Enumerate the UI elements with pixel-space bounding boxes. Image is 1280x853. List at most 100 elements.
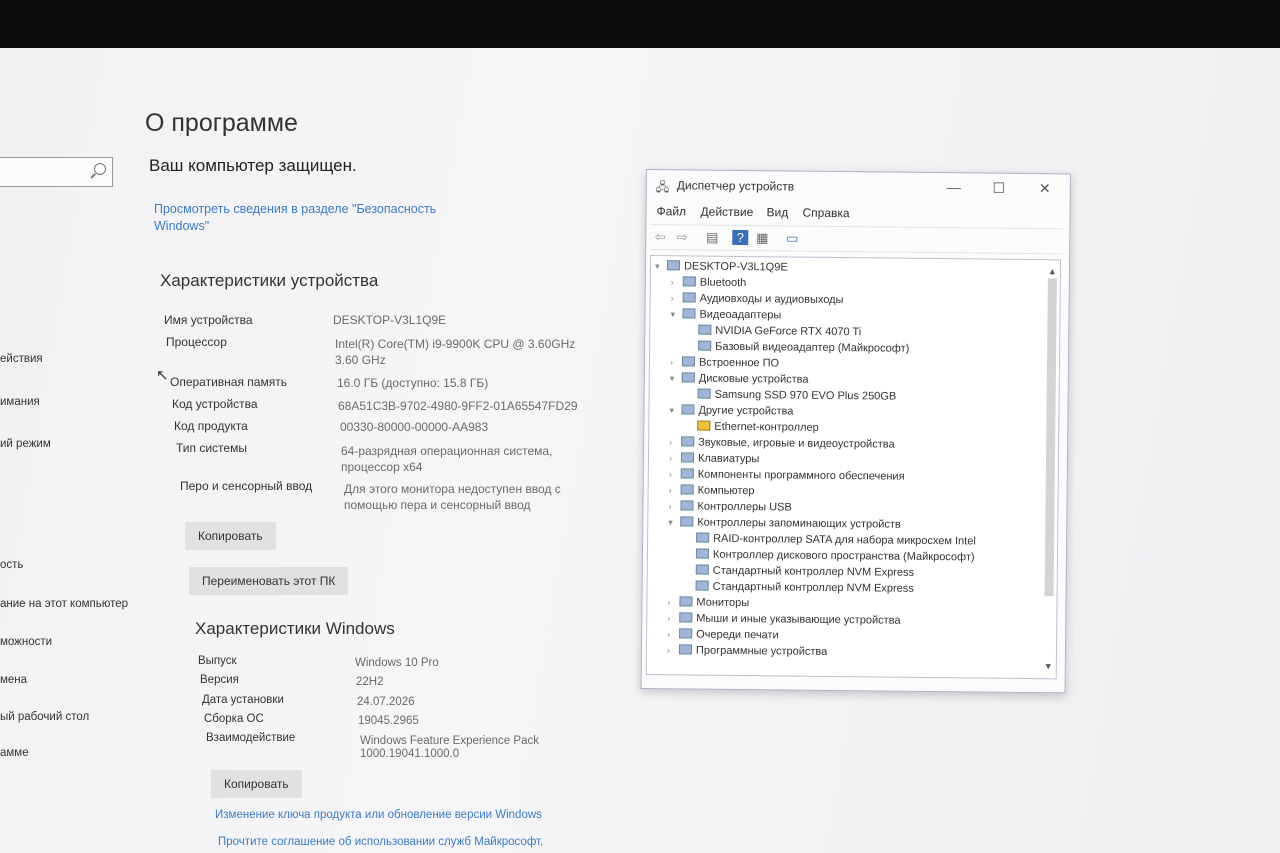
tree-scrollbar[interactable]: ▲ ▼ bbox=[1042, 266, 1058, 671]
tree-item-label: Контроллеры запоминающих устройств bbox=[697, 516, 901, 531]
change-product-key-link[interactable]: Изменение ключа продукта или обновление … bbox=[215, 809, 542, 821]
menu-help[interactable]: Справка bbox=[802, 206, 849, 220]
scrollbar-thumb[interactable] bbox=[1044, 278, 1057, 597]
sidebar-item[interactable]: ействия bbox=[0, 353, 43, 365]
scroll-down-icon[interactable]: ▼ bbox=[1044, 661, 1053, 671]
spec-value: 64-разрядная операционная система, проце… bbox=[341, 444, 553, 474]
tree-device[interactable]: Ethernet-контроллер bbox=[685, 419, 819, 435]
expanded-chevron-icon[interactable]: ▾ bbox=[668, 515, 680, 530]
close-button[interactable]: ✕ bbox=[1035, 180, 1055, 197]
collapsed-chevron-icon[interactable]: › bbox=[671, 275, 683, 290]
tree-root[interactable]: ▾ DESKTOP-V3L1Q9E bbox=[655, 259, 788, 275]
collapsed-chevron-icon[interactable]: › bbox=[667, 643, 679, 658]
tree-category[interactable]: › Компьютер bbox=[669, 483, 755, 499]
expanded-chevron-icon[interactable]: ▾ bbox=[655, 259, 667, 274]
tree-category[interactable]: › Встроенное ПО bbox=[670, 355, 779, 371]
device-manager-window[interactable]: 🖧 Диспетчер устройств — ☐ ✕ Файл Действи… bbox=[640, 169, 1071, 694]
tree-device[interactable]: Стандартный контроллер NVM Express bbox=[684, 563, 914, 580]
device-icon bbox=[681, 372, 695, 383]
sidebar-item[interactable]: ость bbox=[0, 559, 23, 571]
collapsed-chevron-icon[interactable]: › bbox=[669, 467, 681, 482]
tree-category[interactable]: › Программные устройства bbox=[667, 643, 827, 660]
tree-category[interactable]: › Мониторы bbox=[667, 595, 749, 611]
device-icon bbox=[666, 260, 681, 271]
device-icon bbox=[679, 596, 693, 607]
sidebar-item[interactable]: ий режим bbox=[0, 438, 51, 450]
settings-search-input[interactable] bbox=[0, 157, 113, 187]
menu-action[interactable]: Действие bbox=[700, 205, 753, 220]
tree-item-label: Мыши и иные указывающие устройства bbox=[696, 612, 901, 627]
collapsed-chevron-icon[interactable]: › bbox=[671, 291, 683, 306]
sidebar-item[interactable]: ание на этот компьютер bbox=[0, 598, 128, 610]
tree-category[interactable]: ▾ Другие устройства bbox=[669, 403, 793, 419]
scroll-up-icon[interactable]: ▲ bbox=[1048, 266, 1057, 276]
back-icon[interactable]: ⇦ bbox=[652, 229, 668, 244]
tree-category[interactable]: › Мыши и иные указывающие устройства bbox=[667, 611, 901, 628]
spec-label: Выпуск bbox=[198, 655, 237, 667]
spec-value: 00330-80000-00000-AA983 bbox=[340, 420, 489, 434]
tree-item-label: Bluetooth bbox=[699, 276, 747, 290]
device-icon bbox=[679, 628, 693, 639]
security-link[interactable]: Просмотреть сведения в разделе "Безопасн… bbox=[154, 201, 436, 235]
sidebar-item[interactable]: амме bbox=[0, 747, 29, 759]
collapsed-chevron-icon[interactable]: › bbox=[668, 499, 680, 514]
spec-label: Оперативная память bbox=[170, 375, 287, 389]
tree-item-label: DESKTOP-V3L1Q9E bbox=[683, 260, 788, 274]
tree-device[interactable]: Стандартный контроллер NVM Express bbox=[684, 579, 914, 596]
sidebar-item[interactable]: ый рабочий стол bbox=[0, 711, 89, 723]
tree-category[interactable]: ▾ Видеоадаптеры bbox=[670, 307, 781, 323]
scan-hardware-icon[interactable]: ▭ bbox=[784, 230, 800, 245]
view-icon[interactable]: ▦ bbox=[754, 230, 770, 245]
maximize-button[interactable]: ☐ bbox=[989, 180, 1009, 197]
tree-category[interactable]: › Bluetooth bbox=[671, 275, 747, 291]
sidebar-item[interactable]: мена bbox=[0, 674, 27, 686]
tree-item-label: Samsung SSD 970 EVO Plus 250GB bbox=[714, 388, 897, 403]
expanded-chevron-icon[interactable]: ▾ bbox=[670, 307, 682, 322]
collapsed-chevron-icon[interactable]: › bbox=[670, 355, 682, 370]
copy-device-specs-button[interactable]: Копировать bbox=[185, 522, 276, 550]
rename-pc-button[interactable]: Переименовать этот ПК bbox=[189, 567, 349, 595]
spec-label: Код устройства bbox=[172, 397, 258, 411]
sidebar-item[interactable]: можности bbox=[0, 636, 52, 648]
collapsed-chevron-icon[interactable]: › bbox=[667, 595, 679, 610]
tree-item-label: Базовый видеоадаптер (Майкрософт) bbox=[715, 340, 910, 355]
tree-category[interactable]: › Контроллеры USB bbox=[668, 499, 792, 515]
tree-device[interactable]: Контроллер дискового пространства (Майкр… bbox=[684, 547, 975, 565]
tree-device[interactable]: Базовый видеоадаптер (Майкрософт) bbox=[686, 339, 909, 356]
tree-device[interactable]: RAID-контроллер SATA для набора микросхе… bbox=[684, 531, 976, 549]
tree-device[interactable]: NVIDIA GeForce RTX 4070 Ti bbox=[686, 323, 861, 340]
menu-view[interactable]: Вид bbox=[766, 205, 788, 219]
spec-label: Процессор bbox=[166, 335, 227, 349]
forward-icon[interactable]: ⇨ bbox=[674, 229, 690, 244]
collapsed-chevron-icon[interactable]: › bbox=[667, 627, 679, 642]
tree-device[interactable]: Samsung SSD 970 EVO Plus 250GB bbox=[686, 387, 897, 404]
collapsed-chevron-icon[interactable]: › bbox=[669, 451, 681, 466]
help-icon[interactable]: ? bbox=[732, 229, 749, 246]
collapsed-chevron-icon[interactable]: › bbox=[667, 611, 679, 626]
tree-category[interactable]: › Очереди печати bbox=[667, 627, 779, 643]
tree-category[interactable]: › Аудиовходы и аудиовыходы bbox=[671, 291, 844, 308]
tree-category[interactable]: ▾ Контроллеры запоминающих устройств bbox=[668, 515, 901, 532]
tree-category[interactable]: › Компоненты программного обеспечения bbox=[669, 467, 905, 484]
device-tree[interactable]: ▾ DESKTOP-V3L1Q9E › Bluetooth › Аудиовходы и … bbox=[645, 255, 1062, 680]
menu-file[interactable]: Файл bbox=[656, 204, 686, 218]
properties-icon[interactable]: ▤ bbox=[704, 230, 720, 245]
tree-category[interactable]: › Клавиатуры bbox=[669, 451, 760, 467]
tree-item-label: Встроенное ПО bbox=[698, 356, 780, 370]
spec-value: Intel(R) Core(TM) i9-9900K CPU @ 3.60GHz… bbox=[335, 337, 576, 367]
copy-windows-specs-button[interactable]: Копировать bbox=[211, 770, 302, 798]
tree-category[interactable]: ▾ Дисковые устройства bbox=[670, 371, 809, 387]
minimize-button[interactable]: — bbox=[944, 179, 964, 195]
collapsed-chevron-icon[interactable]: › bbox=[669, 483, 681, 498]
collapsed-chevron-icon[interactable]: › bbox=[669, 435, 681, 450]
device-icon bbox=[680, 516, 694, 527]
page-title: О программе bbox=[145, 109, 298, 137]
services-agreement-link[interactable]: Прочтите соглашение об использовании слу… bbox=[218, 836, 543, 848]
tree-item-label: Другие устройства bbox=[698, 404, 794, 418]
tree-category[interactable]: › Звуковые, игровые и видеоустройства bbox=[669, 435, 895, 452]
expanded-chevron-icon[interactable]: ▾ bbox=[670, 371, 682, 386]
expanded-chevron-icon[interactable]: ▾ bbox=[669, 403, 681, 418]
sidebar-item[interactable]: имания bbox=[0, 396, 40, 408]
tree-item-label: Контроллер дискового пространства (Майкр… bbox=[712, 548, 975, 564]
tree-item-label: Очереди печати bbox=[696, 628, 779, 642]
